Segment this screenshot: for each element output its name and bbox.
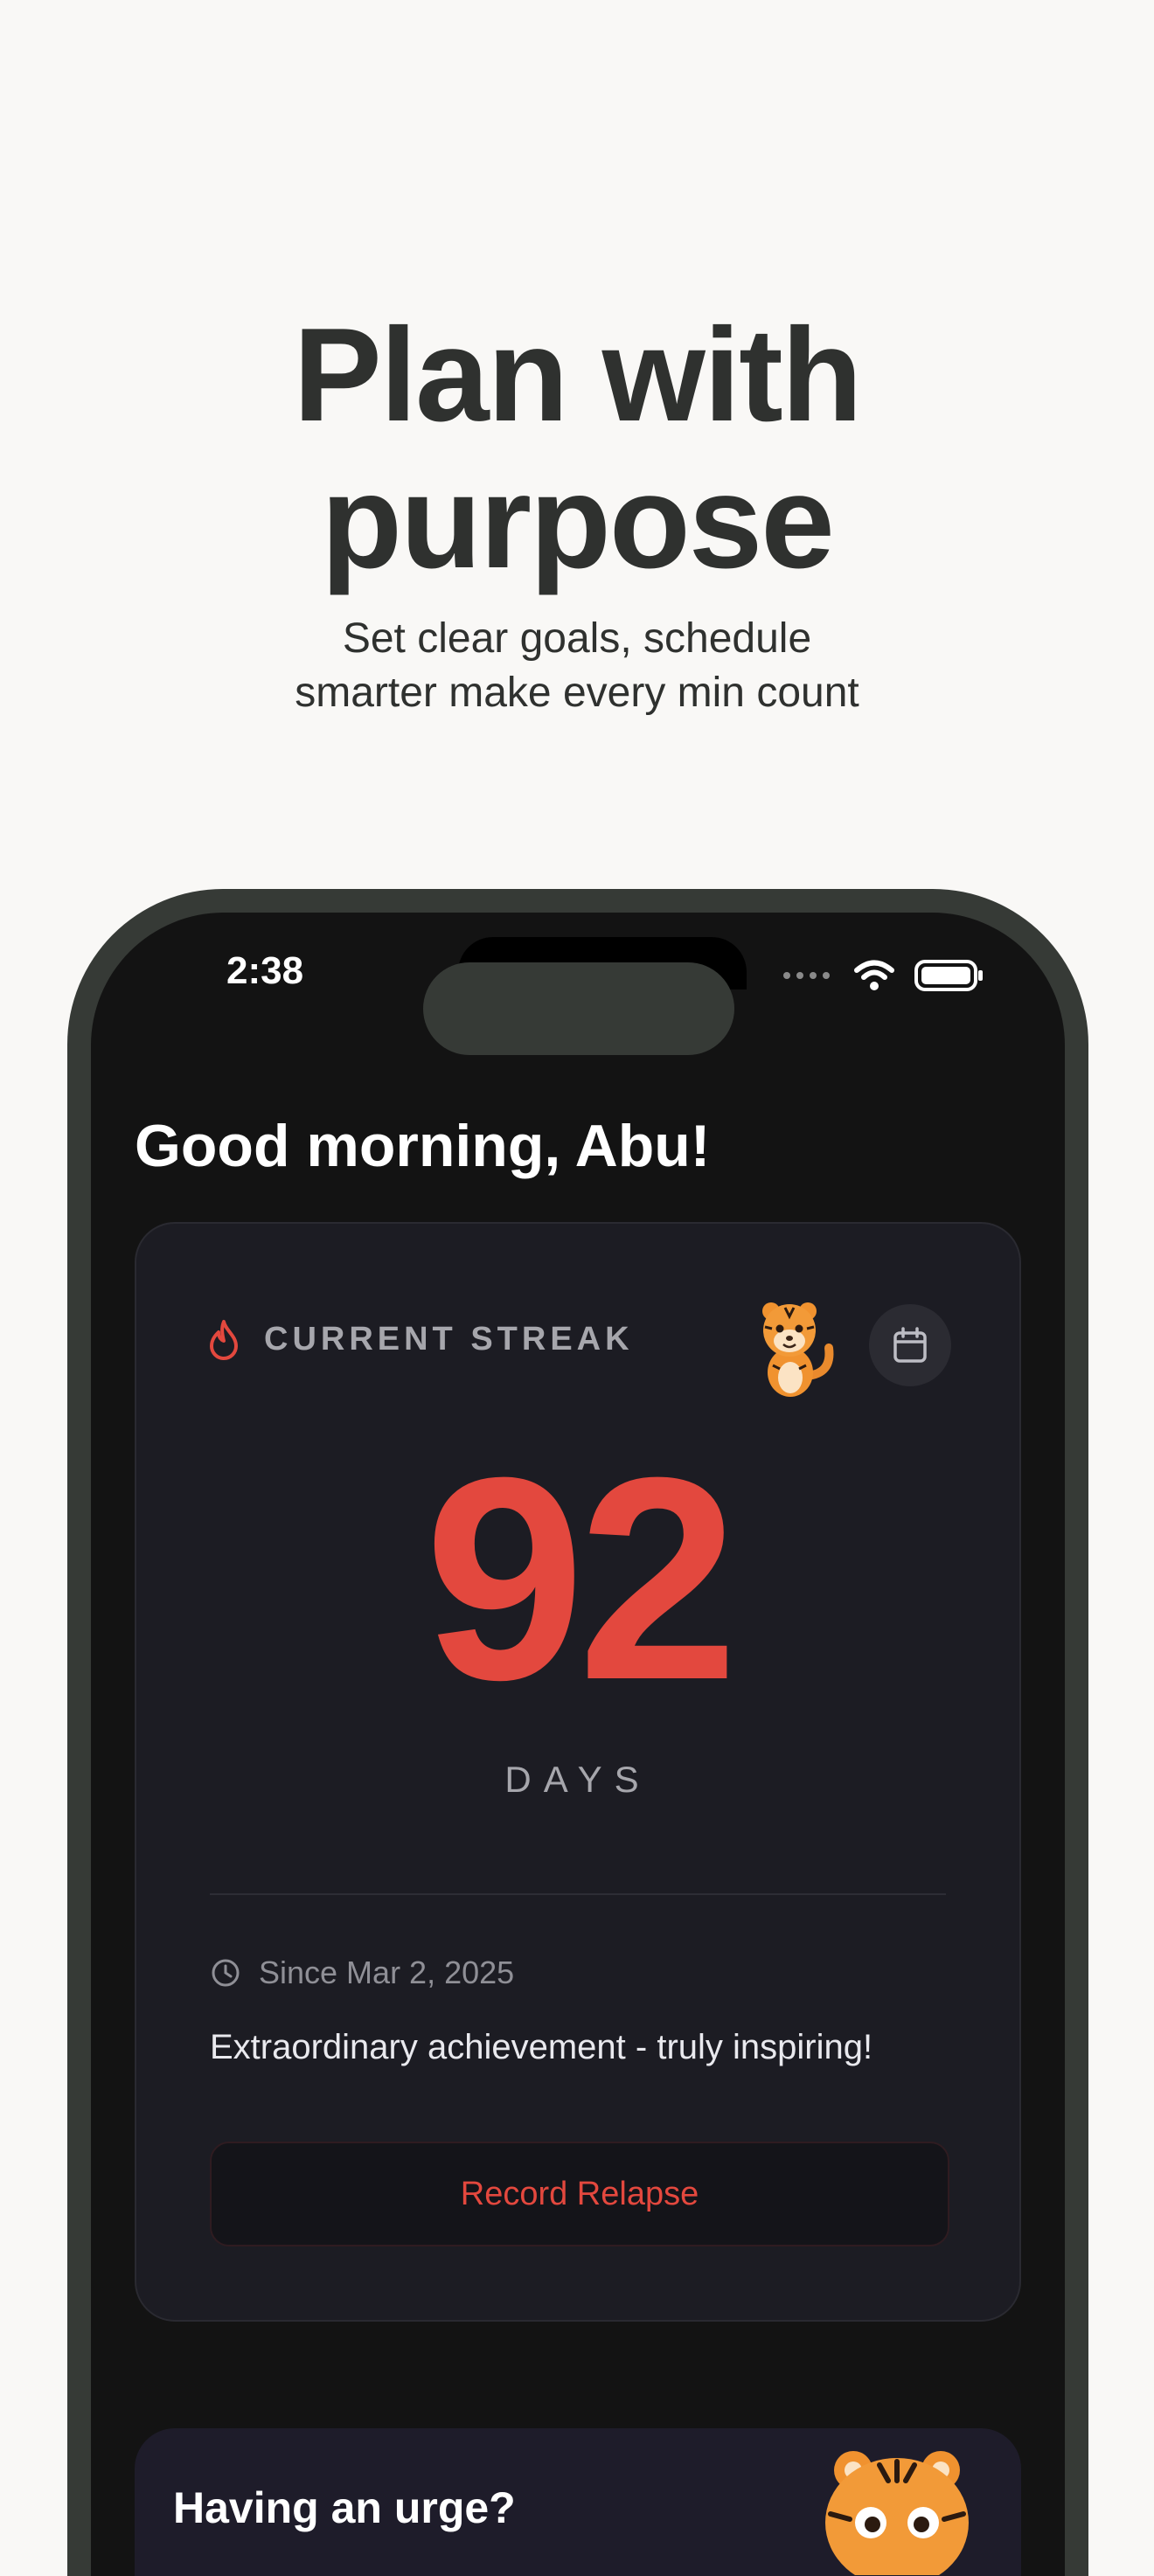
streak-label: CURRENT STREAK (206, 1318, 634, 1360)
promo-headline-line1: Plan with (293, 301, 862, 449)
tiger-face-icon (825, 2451, 969, 2575)
dynamic-island (423, 962, 734, 1055)
calendar-icon (893, 1327, 927, 1363)
promo-headline-line2: purpose (321, 448, 835, 596)
since-text: Since Mar 2, 2025 (259, 1955, 515, 1990)
card-divider (210, 1893, 946, 1895)
phone-screen: 2:38 Good morning, Abu! CURRENT STREAK 9… (91, 913, 1065, 2576)
promo-headline: Plan with purpose (0, 302, 1154, 595)
calendar-button[interactable] (869, 1304, 951, 1386)
streak-card: CURRENT STREAK 92 DAYS Since Mar 2, 2025… (135, 1222, 1021, 2322)
streak-unit: DAYS (504, 1759, 651, 1800)
clock-icon (212, 1959, 240, 1987)
since-row: Since Mar 2, 2025 (210, 1955, 514, 1991)
urge-card[interactable]: Having an urge? (135, 2428, 1021, 2576)
streak-count: 92 (424, 1417, 738, 1739)
tiger-mascot-icon (762, 1302, 834, 1397)
achievement-message: Extraordinary achievement - truly inspir… (210, 2028, 873, 2066)
signal-dots-icon (783, 972, 830, 979)
battery-icon (914, 960, 983, 991)
urge-title: Having an urge? (173, 2483, 516, 2532)
phone-frame: 2:38 Good morning, Abu! CURRENT STREAK 9… (67, 889, 1088, 2576)
promo-subline: Set clear goals, schedule smarter make e… (0, 612, 1154, 720)
status-icons (782, 958, 984, 993)
streak-label-text: CURRENT STREAK (264, 1320, 634, 1357)
wifi-icon (854, 960, 894, 990)
greeting-title: Good morning, Abu! (135, 1113, 711, 1179)
status-time: 2:38 (226, 949, 304, 992)
promo-subline-line1: Set clear goals, schedule (342, 615, 812, 662)
promo-subline-line2: smarter make every min count (295, 670, 859, 716)
record-relapse-button[interactable]: Record Relapse (210, 2142, 949, 2246)
flame-icon (210, 1320, 238, 1360)
